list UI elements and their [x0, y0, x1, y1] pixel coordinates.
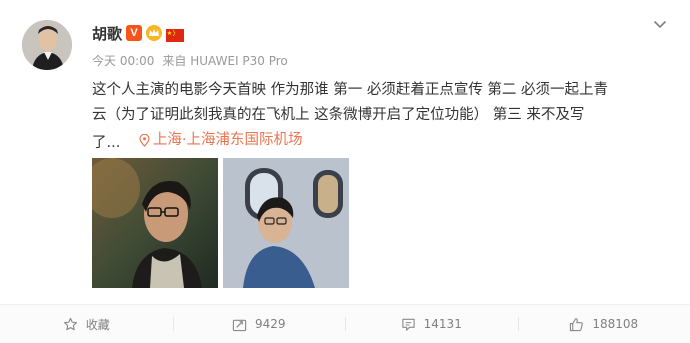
action-bar: 收藏 9429 14131 188108	[0, 304, 690, 343]
location-label: 上海·上海浦东国际机场	[153, 128, 303, 153]
post-source: 来自 HUAWEI P30 Pro	[162, 52, 287, 69]
favorite-label: 收藏	[86, 316, 110, 333]
china-flag-icon	[166, 27, 184, 40]
like-button[interactable]: 188108	[518, 305, 690, 343]
photo-image	[223, 158, 349, 288]
favorite-button[interactable]: 收藏	[0, 305, 173, 343]
post-photo-2[interactable]	[223, 158, 349, 288]
crown-icon	[146, 25, 162, 41]
like-count: 188108	[592, 317, 638, 331]
verified-badge: V	[126, 25, 142, 41]
post-text-line-last: 了... 上海·上海浦东国际机场	[92, 128, 672, 153]
post-time[interactable]: 今天 00:00	[92, 52, 154, 69]
post-meta: 今天 00:00 来自 HUAWEI P30 Pro	[92, 52, 288, 69]
header-name-row: 胡歌 V	[92, 22, 184, 44]
thumbs-up-icon	[569, 317, 584, 332]
comment-icon	[401, 317, 416, 332]
post-text: 这个人主演的电影今天首映 作为那谁 第一 必须赶着正点宣传 第二 必须一起上青 …	[92, 78, 672, 153]
username[interactable]: 胡歌	[92, 23, 122, 44]
location-link[interactable]: 上海·上海浦东国际机场	[139, 128, 303, 153]
avatar-image	[22, 20, 72, 70]
more-options-chevron-icon[interactable]	[652, 16, 668, 32]
photo-image	[92, 158, 218, 288]
comment-count: 14131	[424, 317, 462, 331]
weibo-post-card: 胡歌 V 今天 00:00 来自 HUAWEI P30 Pro 这个人	[0, 0, 690, 342]
repost-button[interactable]: 9429	[173, 305, 346, 343]
comment-button[interactable]: 14131	[345, 305, 518, 343]
repost-icon	[232, 317, 247, 332]
avatar[interactable]	[22, 20, 72, 70]
star-icon	[63, 317, 78, 332]
repost-count: 9429	[255, 317, 286, 331]
location-pin-icon	[139, 134, 150, 147]
post-text-line-content: 了...	[92, 135, 120, 151]
post-text-line: 这个人主演的电影今天首映 作为那谁 第一 必须赶着正点宣传 第二 必须一起上青	[92, 78, 672, 103]
post-photo-1[interactable]	[92, 158, 218, 288]
post-text-line: 云（为了证明此刻我真的在飞机上 这条微博开启了定位功能） 第三 来不及写	[92, 103, 672, 128]
